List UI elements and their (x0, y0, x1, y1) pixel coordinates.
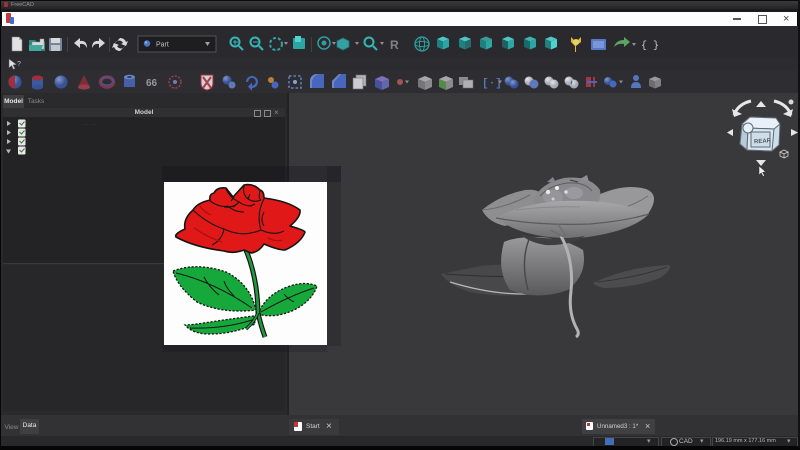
svg-text:R: R (390, 38, 399, 52)
svg-text:{ }: { } (641, 40, 659, 52)
svg-text:· · · ·: · · · · (83, 122, 96, 128)
svg-text:?: ? (17, 61, 21, 68)
svg-text:66: 66 (146, 78, 158, 89)
svg-text:REAR: REAR (754, 138, 772, 145)
svg-text:[·]: [·] (482, 78, 502, 90)
svg-text:Part: Part (156, 42, 169, 49)
